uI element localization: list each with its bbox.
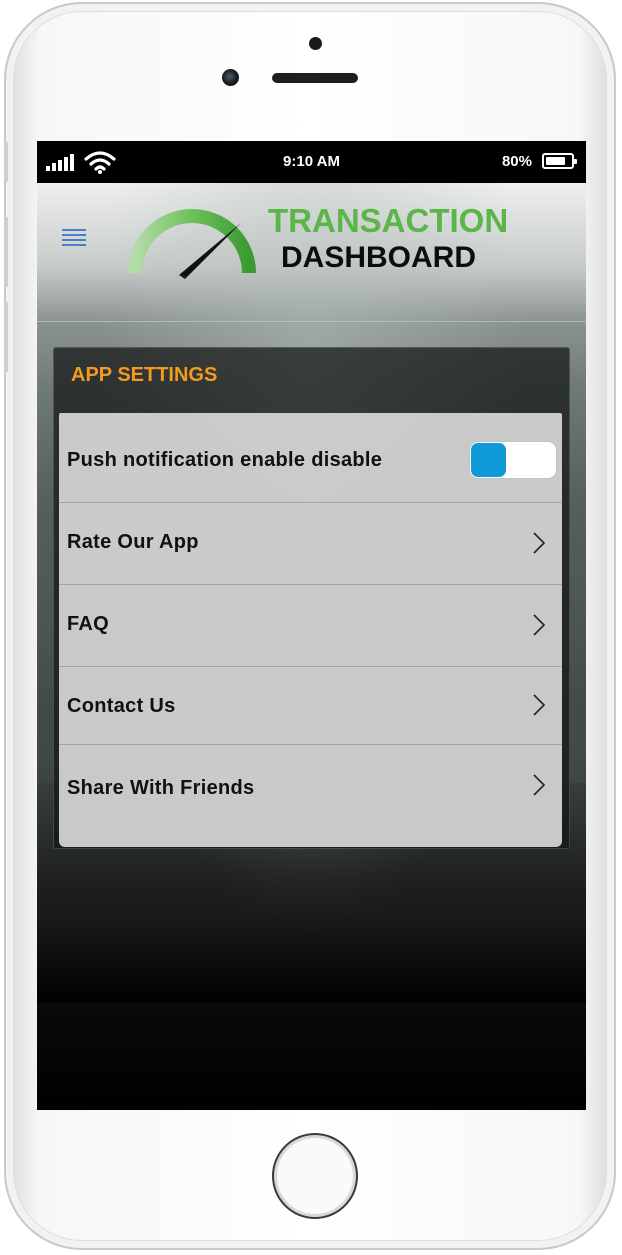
- battery-level: [546, 157, 565, 165]
- logo-title-line1: TRANSACTION: [268, 202, 509, 239]
- settings-list: Push notification enable disable Rate Ou…: [59, 413, 562, 847]
- settings-row-contact-us[interactable]: Contact Us: [59, 667, 562, 745]
- battery-percent: 80%: [501, 153, 532, 170]
- settings-row-label: Push notification enable disable: [67, 449, 383, 471]
- settings-title: APP SETTINGS: [71, 364, 218, 386]
- toggle-knob: [471, 443, 506, 477]
- settings-row-rate-app[interactable]: Rate Our App: [59, 503, 562, 585]
- earpiece-speaker: [272, 73, 358, 83]
- header-divider: [37, 321, 586, 322]
- volume-up-button: [4, 217, 8, 287]
- settings-row-push-notification: Push notification enable disable: [59, 413, 562, 503]
- chevron-right-icon: [533, 694, 546, 716]
- status-bar: 9:10 AM 80%: [37, 141, 586, 183]
- settings-row-label: Contact Us: [67, 695, 176, 717]
- logo-title-line2: DASHBOARD: [281, 241, 476, 274]
- front-camera: [222, 69, 239, 86]
- hamburger-menu-icon[interactable]: [62, 229, 86, 247]
- chevron-right-icon: [533, 614, 546, 636]
- proximity-sensor: [309, 37, 322, 50]
- battery-icon: [542, 153, 577, 169]
- mute-switch: [4, 142, 8, 182]
- home-button[interactable]: [272, 1133, 358, 1219]
- settings-row-label: FAQ: [67, 613, 110, 635]
- settings-row-label: Rate Our App: [67, 531, 199, 553]
- settings-row-faq[interactable]: FAQ: [59, 585, 562, 667]
- volume-down-button: [4, 302, 8, 372]
- chevron-right-icon: [533, 532, 546, 554]
- settings-row-label: Share With Friends: [67, 777, 255, 799]
- app-screen: 9:10 AM 80% TRANSACTION DASHBOARD APP SE…: [37, 141, 586, 1110]
- speedometer-gauge-icon: [128, 209, 256, 279]
- push-notification-toggle[interactable]: [470, 442, 556, 478]
- chevron-right-icon: [533, 774, 546, 796]
- background-houses: [37, 823, 586, 1003]
- settings-row-share-with-friends[interactable]: Share With Friends: [59, 745, 562, 847]
